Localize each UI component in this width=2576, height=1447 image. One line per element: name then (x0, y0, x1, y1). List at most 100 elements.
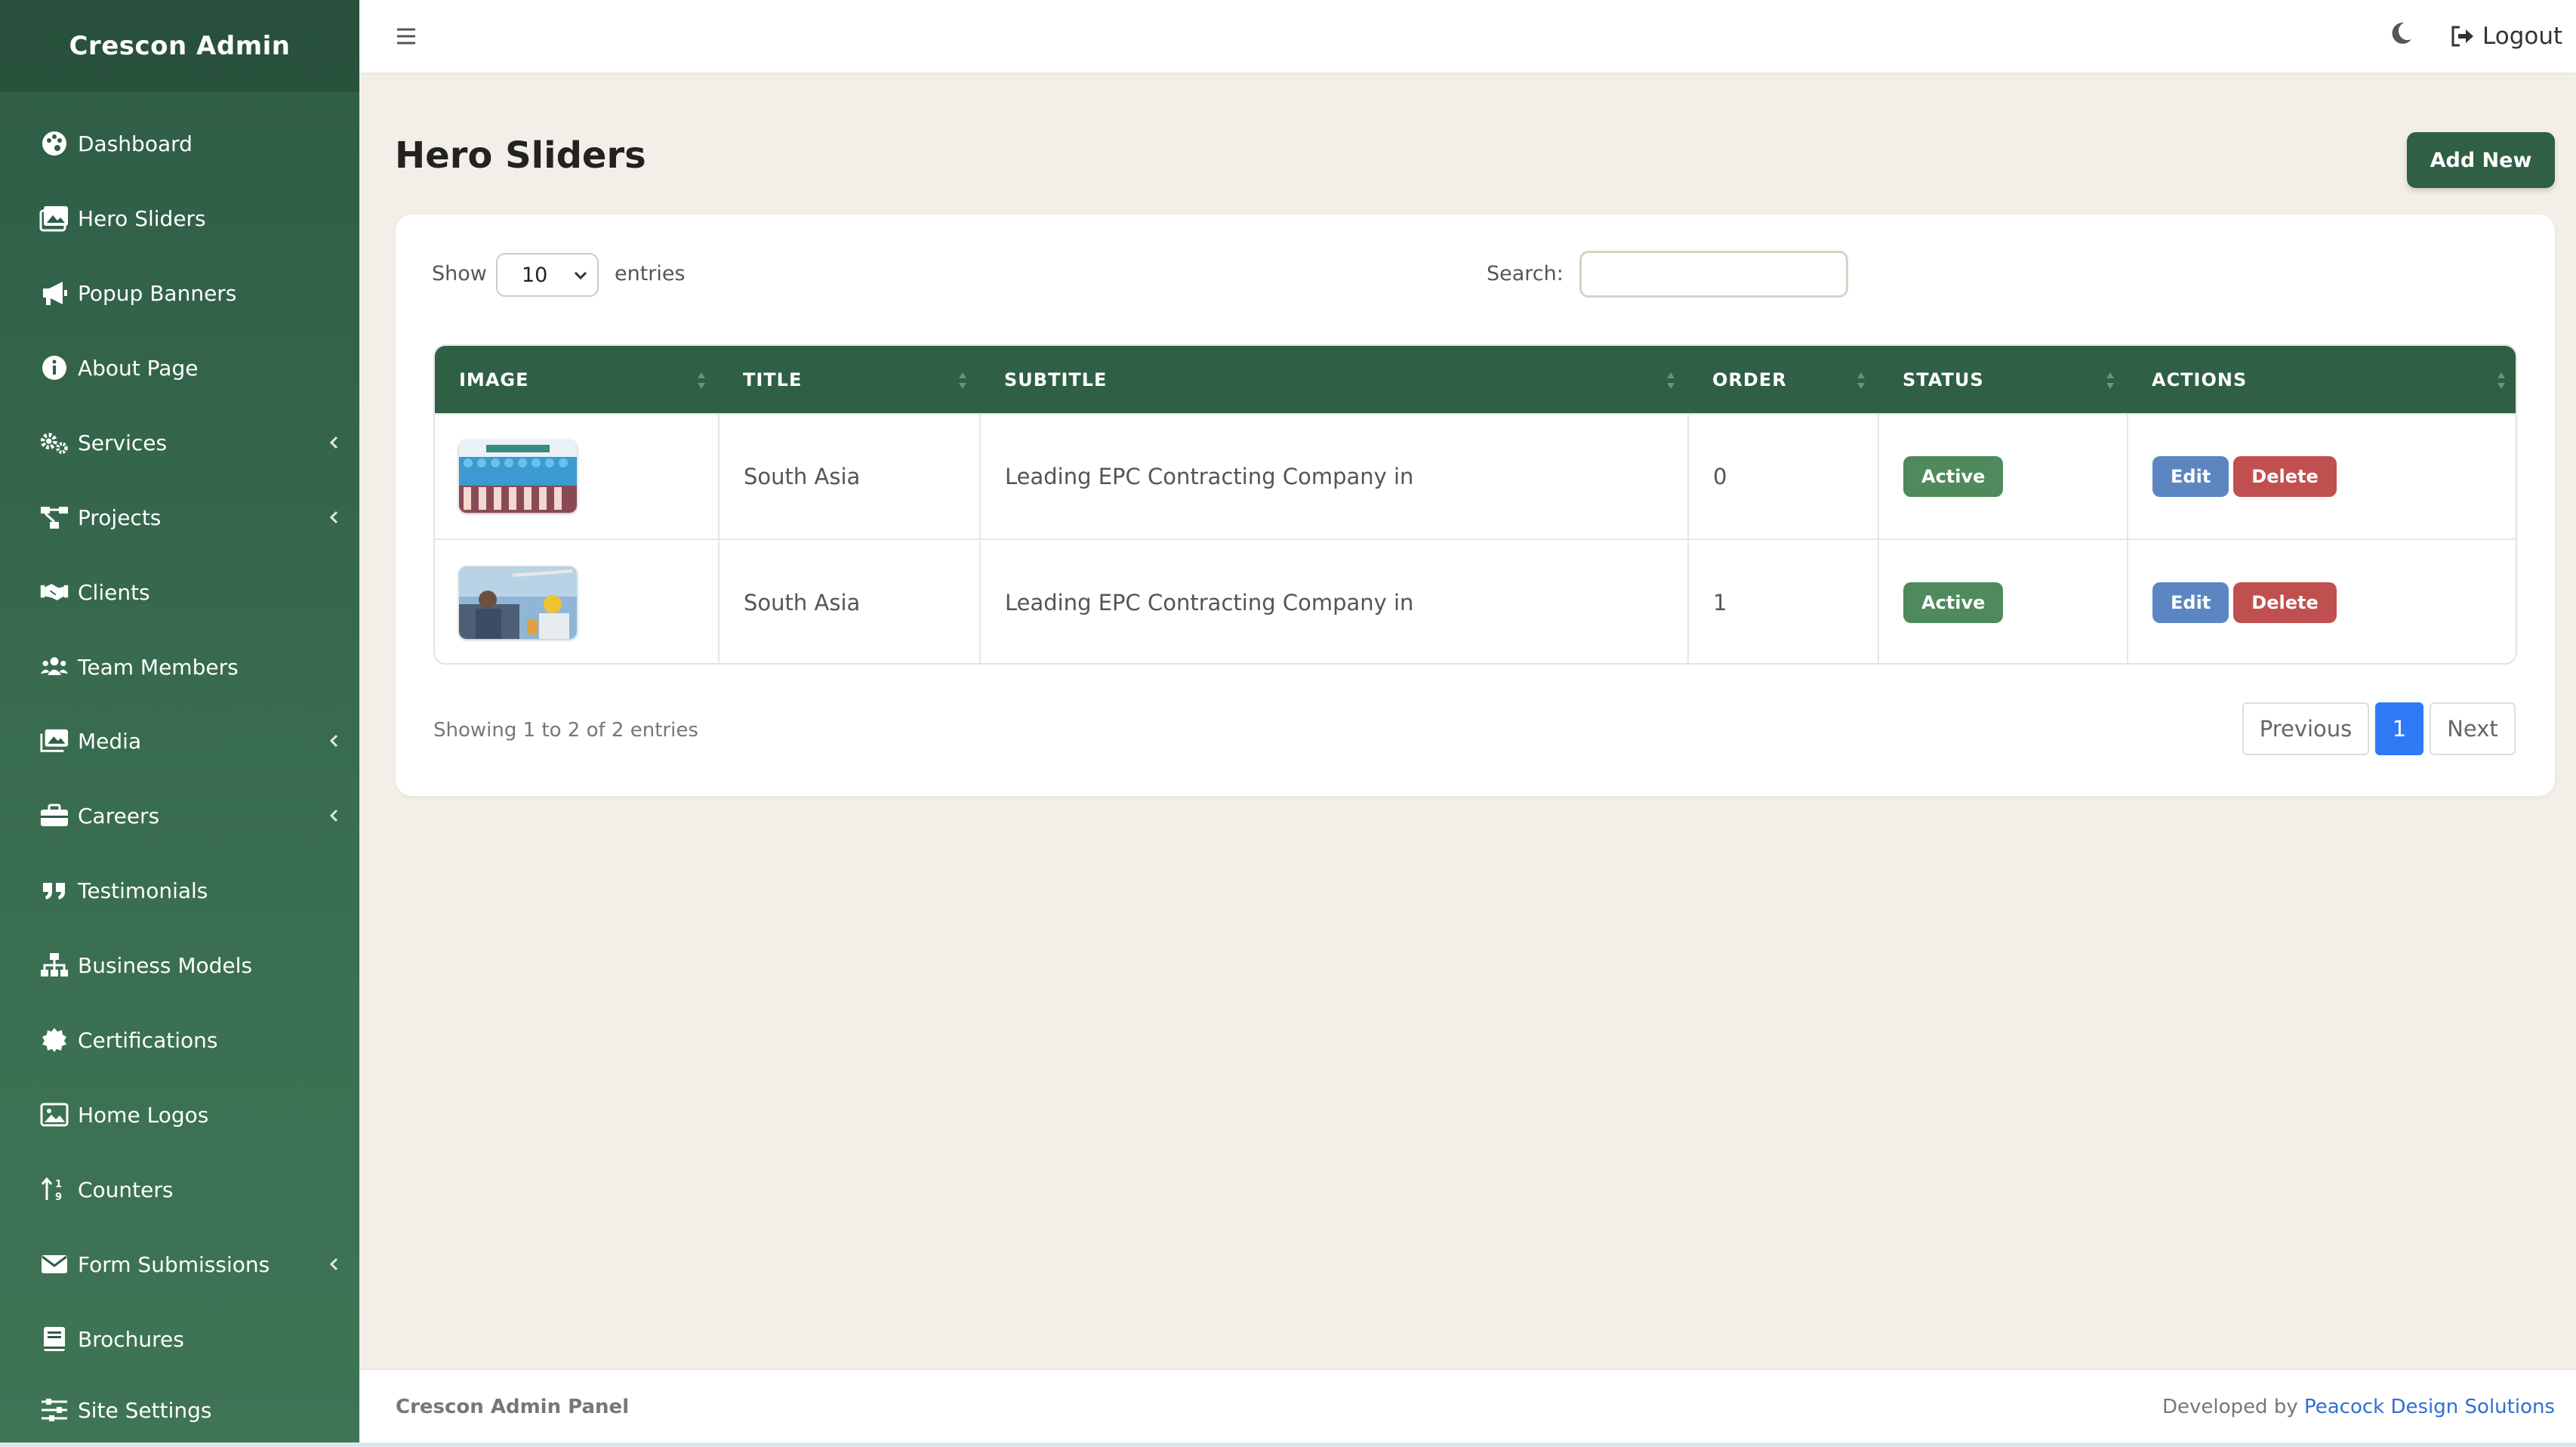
column-header-order[interactable]: ORDER (1688, 346, 1878, 414)
sidebar-item-label: Site Settings (78, 1397, 212, 1423)
column-header-title[interactable]: TITLE (719, 346, 980, 414)
edit-button[interactable]: Edit (2152, 456, 2229, 497)
photo-gallery-icon (39, 726, 69, 756)
sidebar-item-business-models[interactable]: Business Models (0, 935, 359, 995)
logout-label: Logout (2482, 23, 2563, 50)
sidebar-item-brochures[interactable]: Brochures (0, 1309, 359, 1369)
row-subtitle: Leading EPC Contracting Company in (980, 414, 1689, 539)
sidebar-item-form-submissions[interactable]: Form Submissions (0, 1234, 359, 1294)
pagination-next[interactable]: Next (2430, 702, 2516, 755)
envelope-icon (39, 1249, 69, 1279)
logout-icon (2449, 23, 2475, 49)
sidebar-item-projects[interactable]: Projects (0, 487, 359, 548)
sidebar-item-about-page[interactable]: About Page (0, 338, 359, 398)
brand-title[interactable]: Crescon Admin (0, 0, 359, 94)
sidebar-item-label: Dashboard (78, 131, 193, 156)
sidebar-item-label: Popup Banners (78, 280, 237, 306)
sort-icon (957, 369, 968, 393)
quote-icon (39, 875, 69, 906)
sidebar-item-home-logos[interactable]: Home Logos (0, 1084, 359, 1145)
footer-developed-by: Developed by (2162, 1396, 2298, 1418)
images-icon (39, 203, 69, 233)
add-new-button[interactable]: Add New (2407, 132, 2555, 188)
column-header-subtitle[interactable]: SUBTITLE (980, 346, 1688, 414)
edit-button[interactable]: Edit (2152, 582, 2229, 623)
project-diagram-icon (39, 502, 69, 532)
sidebar-item-label: Brochures (78, 1326, 184, 1352)
sidebar-item-label: Team Members (78, 654, 239, 680)
table-row: South Asia Leading EPC Contracting Compa… (435, 539, 2516, 663)
pagination: Previous 1 Next (2242, 702, 2516, 755)
sort-icon (1856, 369, 1866, 393)
footer-copyright: Crescon Admin Panel (396, 1396, 630, 1418)
sidebar-item-team-members[interactable]: Team Members (0, 637, 359, 697)
column-header-image[interactable]: IMAGE (435, 346, 719, 414)
hamburger-menu-icon[interactable] (391, 21, 421, 51)
sidebar-item-label: Certifications (78, 1027, 218, 1053)
sidebar-item-label: Clients (78, 579, 150, 605)
sidebar-item-label: Media (78, 728, 142, 754)
sidebar-item-label: Careers (78, 803, 160, 828)
chevron-left-icon[interactable] (326, 733, 343, 749)
delete-button[interactable]: Delete (2233, 456, 2337, 497)
bullhorn-icon (39, 278, 69, 308)
sidebar-item-hero-sliders[interactable]: Hero Sliders (0, 188, 359, 248)
sidebar-item-label: Hero Sliders (78, 205, 206, 231)
svg-text:9: 9 (55, 1192, 62, 1203)
topbar: Logout (359, 0, 2576, 73)
page-size-select[interactable]: 10 (496, 253, 599, 297)
sidebar-item-services[interactable]: Services (0, 412, 359, 473)
chevron-left-icon[interactable] (326, 509, 343, 526)
sidebar-item-label: Services (78, 430, 168, 455)
sidebar-item-certifications[interactable]: Certifications (0, 1010, 359, 1070)
users-icon (39, 652, 69, 682)
column-header-actions[interactable]: ACTIONS (2128, 346, 2516, 414)
cogs-icon (39, 427, 69, 458)
sidebar-item-label: Testimonials (78, 878, 208, 903)
pagination-previous[interactable]: Previous (2242, 702, 2369, 755)
logout-button[interactable]: Logout (2449, 14, 2562, 59)
search-input[interactable] (1579, 251, 1848, 298)
sidebar-item-popup-banners[interactable]: Popup Banners (0, 263, 359, 323)
delete-button[interactable]: Delete (2233, 582, 2337, 623)
sidebar-item-careers[interactable]: Careers (0, 785, 359, 846)
sidebar-item-label: About Page (78, 355, 199, 381)
chevron-left-icon[interactable] (326, 434, 343, 451)
footer: Crescon Admin Panel Developed by Peacock… (359, 1368, 2576, 1444)
sidebar-item-label: Form Submissions (78, 1251, 270, 1277)
sidebar-item-dashboard[interactable]: Dashboard (0, 113, 359, 174)
sidebar-item-media[interactable]: Media (0, 711, 359, 771)
certificate-icon (39, 1025, 69, 1055)
svg-text:1: 1 (55, 1179, 62, 1190)
bottom-strip (0, 1442, 2576, 1447)
row-title: South Asia (719, 539, 981, 663)
search-label: Search: (1487, 262, 1564, 285)
chevron-left-icon[interactable] (326, 807, 343, 824)
sidebar-item-clients[interactable]: Clients (0, 562, 359, 622)
briefcase-icon (39, 801, 69, 831)
handshake-icon (39, 577, 69, 607)
developer-link[interactable]: Peacock Design Solutions (2304, 1396, 2555, 1418)
chevron-down-icon (573, 270, 588, 282)
image-icon (39, 1100, 69, 1130)
sidebar-item-testimonials[interactable]: Testimonials (0, 860, 359, 921)
pagination-page-current[interactable]: 1 (2375, 702, 2423, 755)
chevron-left-icon[interactable] (326, 1256, 343, 1273)
sidebar-item-counters[interactable]: 19 Counters (0, 1159, 359, 1220)
show-label: Show (432, 262, 487, 285)
sliders-icon (39, 1395, 69, 1425)
row-order: 1 (1688, 539, 1879, 663)
table-row: South Asia Leading EPC Contracting Compa… (435, 414, 2516, 539)
sidebar: Crescon Admin Dashboard Hero Sliders Pop… (0, 0, 359, 1442)
dark-mode-toggle-icon[interactable] (2387, 20, 2414, 47)
slider-thumbnail[interactable] (459, 566, 577, 639)
slider-thumbnail[interactable] (459, 440, 577, 513)
status-badge: Active (1903, 456, 2004, 497)
sidebar-item-site-settings[interactable]: Site Settings (0, 1380, 359, 1440)
table-info: Showing 1 to 2 of 2 entries (433, 719, 698, 742)
book-icon (39, 1324, 69, 1354)
sidebar-item-label: Projects (78, 504, 162, 530)
hero-sliders-table: IMAGE TITLE SUBTITLE ORDER STATUS ACTION… (433, 344, 2517, 665)
entries-label: entries (615, 262, 686, 285)
column-header-status[interactable]: STATUS (1878, 346, 2128, 414)
